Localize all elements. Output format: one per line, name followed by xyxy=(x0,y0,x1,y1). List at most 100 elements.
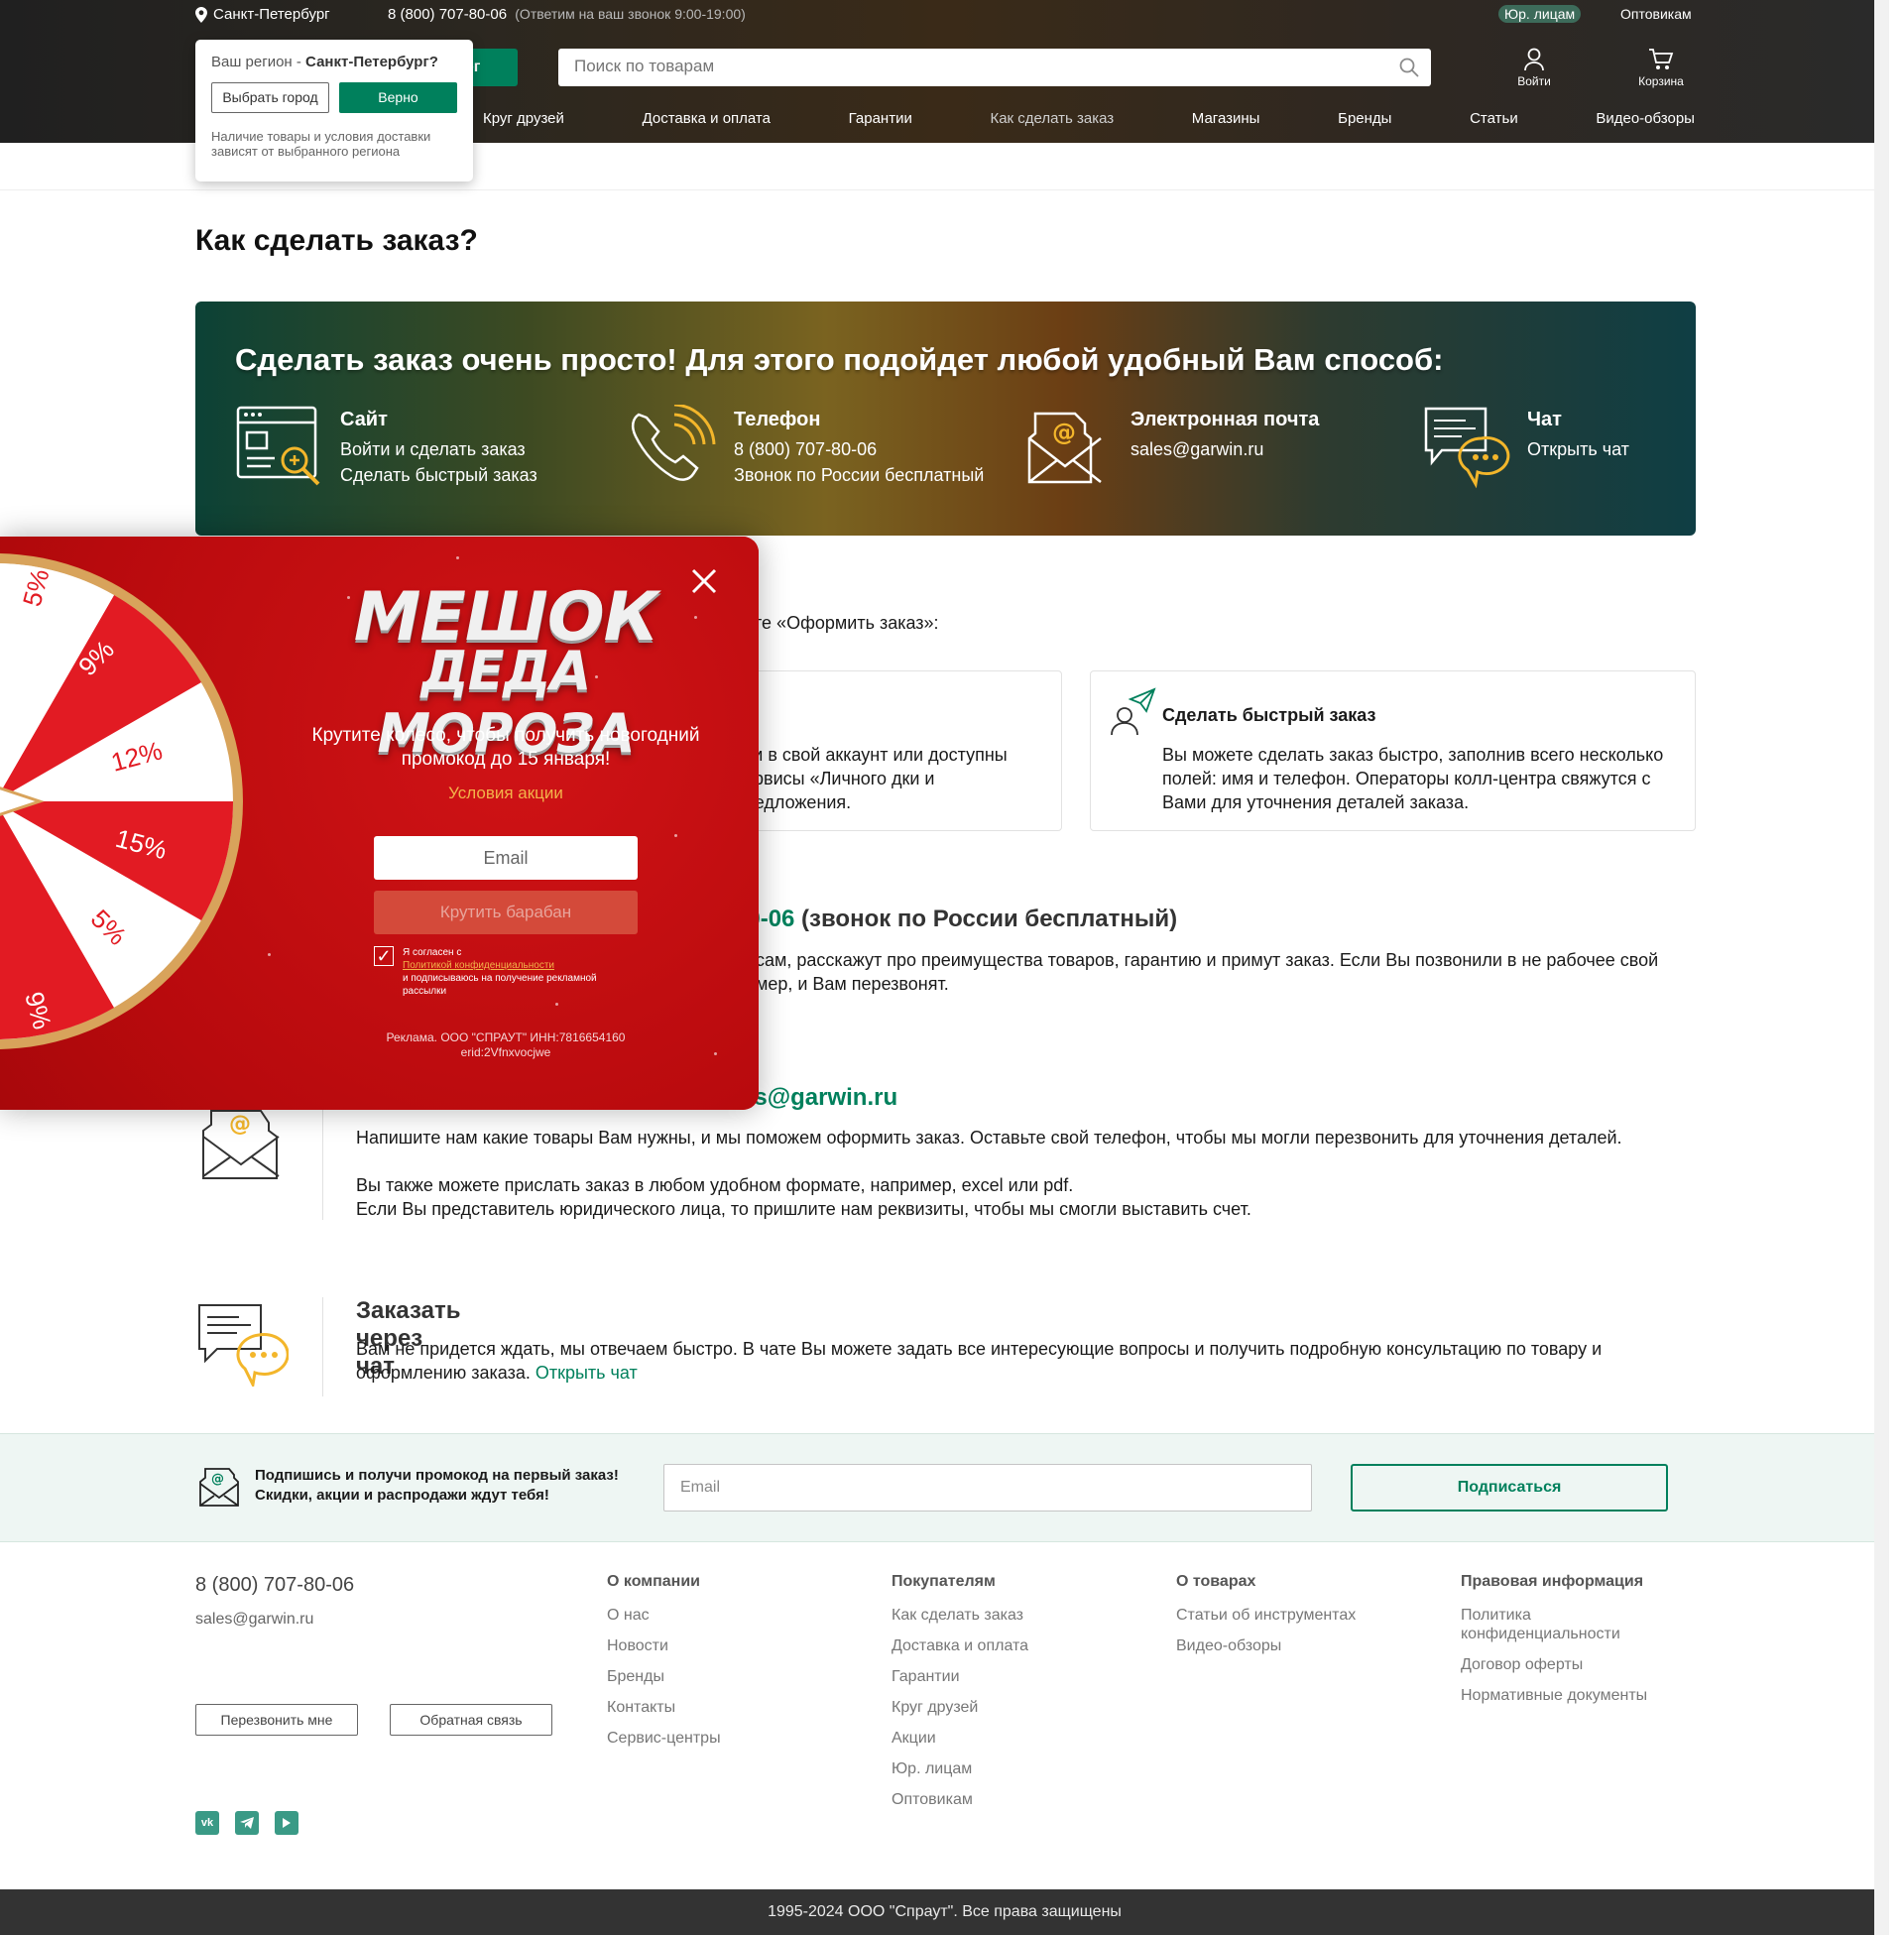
nav-videos[interactable]: Видео-обзоры xyxy=(1596,110,1695,127)
vk-icon[interactable]: vk xyxy=(195,1811,219,1835)
svg-text:@: @ xyxy=(229,1112,251,1137)
cart-label: Корзина xyxy=(1638,74,1684,88)
snowflake xyxy=(674,834,677,837)
snowflake xyxy=(555,1003,558,1006)
method-email-address[interactable]: sales@garwin.ru xyxy=(1130,436,1319,462)
footer-link[interactable]: Политика конфиденциальности xyxy=(1461,1606,1639,1643)
footer-link[interactable]: Как сделать заказ xyxy=(892,1606,1028,1625)
promo-ad-line-2: erid:2Vfnxvocjwe xyxy=(460,1045,551,1059)
promo-email-input[interactable]: Email xyxy=(374,836,638,880)
youtube-icon[interactable] xyxy=(275,1811,298,1835)
method-site-login-link[interactable]: Войти и сделать заказ xyxy=(340,436,537,462)
spin-button[interactable]: Крутить барабан xyxy=(374,891,638,934)
cart-button[interactable]: Корзина xyxy=(1631,48,1691,88)
method-chat-title: Чат xyxy=(1527,409,1562,430)
search-icon[interactable] xyxy=(1399,58,1419,77)
region-popup: Ваш регион - Санкт-Петербург? Выбрать го… xyxy=(195,40,473,181)
choose-city-button[interactable]: Выбрать город xyxy=(211,82,329,113)
footer-link[interactable]: Видео-обзоры xyxy=(1176,1636,1356,1655)
quick-order-title: Сделать быстрый заказ xyxy=(1162,705,1376,725)
footer-col-title: О товарах xyxy=(1176,1573,1256,1590)
subscribe-email-input[interactable]: Email xyxy=(663,1464,1312,1512)
nav-warranty[interactable]: Гарантии xyxy=(849,110,912,127)
footer-col-products: О товарах Статьи об инструментах Видео-о… xyxy=(1176,1573,1356,1667)
method-chat-link[interactable]: Открыть чат xyxy=(1527,436,1629,462)
subscribe-button[interactable]: Подписаться xyxy=(1351,1464,1668,1512)
nav-brands[interactable]: Бренды xyxy=(1338,110,1391,127)
email-section-text-2: Вы также можете прислать заказ в любом у… xyxy=(356,1175,1074,1195)
footer-link[interactable]: Контакты xyxy=(607,1698,721,1717)
footer-contacts: 8 (800) 707-80-06 sales@garwin.ru xyxy=(195,1574,354,1629)
chat-bubbles-icon xyxy=(198,1304,289,1387)
location-pin-icon xyxy=(195,6,207,23)
header-phone-number[interactable]: 8 (800) 707-80-06 xyxy=(388,6,507,23)
login-button[interactable]: Войти xyxy=(1504,48,1564,88)
login-label: Войти xyxy=(1517,74,1551,88)
open-chat-link[interactable]: Открыть чат xyxy=(536,1363,638,1383)
region-question: Ваш регион - Санкт-Петербург? xyxy=(211,54,457,70)
footer-link[interactable]: Сервис-центры xyxy=(607,1729,721,1748)
nav-articles[interactable]: Статьи xyxy=(1470,110,1518,127)
prize-wheel[interactable]: 5% 9% 12% 15% 5% 9% xyxy=(0,548,248,1054)
snowflake xyxy=(714,1052,717,1055)
login-order-text: йти в свой аккаунт или доступны сервисы … xyxy=(735,745,1008,812)
method-phone-number[interactable]: 8 (800) 707-80-06 xyxy=(734,436,984,462)
region-question-prefix: Ваш регион - xyxy=(211,54,306,70)
nav-friends[interactable]: Круг друзей xyxy=(483,110,564,127)
footer-link[interactable]: Бренды xyxy=(607,1667,721,1686)
nav-how-to-order[interactable]: Как сделать заказ xyxy=(990,110,1114,127)
footer-link[interactable]: Юр. лицам xyxy=(892,1759,1028,1778)
footer-link[interactable]: Договор оферты xyxy=(1461,1655,1679,1674)
quick-order-card[interactable]: Сделать быстрый заказ Вы можете сделать … xyxy=(1090,670,1696,831)
header-phone[interactable]: 8 (800) 707-80-06 (Ответим на ваш звонок… xyxy=(388,6,746,23)
agree-suffix: и подписываюсь на получение рекламной ра… xyxy=(403,973,597,997)
cart-icon xyxy=(1649,49,1674,69)
method-phone-title: Телефон xyxy=(734,409,821,430)
agree-text: Я согласен с Политикой конфиденциальност… xyxy=(403,946,641,998)
search-input[interactable] xyxy=(558,49,1352,84)
header-phone-note: (Ответим на ваш звонок 9:00-19:00) xyxy=(515,6,746,22)
feedback-button[interactable]: Обратная связь xyxy=(390,1704,552,1736)
footer-link[interactable]: Акции xyxy=(892,1729,1028,1748)
snowflake xyxy=(268,953,271,956)
footer-link[interactable]: Статьи об инструментах xyxy=(1176,1606,1356,1625)
agree-prefix: Я согласен с xyxy=(403,947,462,958)
agree-checkbox[interactable]: ✓ xyxy=(374,946,394,966)
method-site-quick-link[interactable]: Сделать быстрый заказ xyxy=(340,462,537,488)
telegram-icon[interactable] xyxy=(235,1811,259,1835)
chat-bubbles-icon xyxy=(1424,407,1510,489)
top-bar: Санкт-Петербург 8 (800) 707-80-06 (Ответ… xyxy=(195,5,1694,26)
user-send-icon xyxy=(1111,687,1156,736)
footer-link[interactable]: О нас xyxy=(607,1606,721,1625)
footer-email[interactable]: sales@garwin.ru xyxy=(195,1611,354,1629)
method-email: @ Электронная почта sales@garwin.ru xyxy=(1025,405,1319,490)
legal-entities-link[interactable]: Юр. лицам xyxy=(1498,5,1582,23)
section-divider xyxy=(322,1297,323,1396)
phone-section-text: росам, расскажут про преимущества товаро… xyxy=(736,950,1659,994)
privacy-policy-link[interactable]: Политикой конфиденциальности xyxy=(403,959,641,972)
footer-link[interactable]: Новости xyxy=(607,1636,721,1655)
nav-delivery[interactable]: Доставка и оплата xyxy=(643,110,771,127)
phone-ringing-icon xyxy=(631,405,716,481)
footer-link[interactable]: Нормативные документы xyxy=(1461,1686,1679,1705)
footer-link[interactable]: Гарантии xyxy=(892,1667,1028,1686)
footer-link[interactable]: Доставка и оплата xyxy=(892,1636,1028,1655)
confirm-region-button[interactable]: Верно xyxy=(339,82,457,113)
phone-section-heading: 80-06 (звонок по России бесплатный) xyxy=(734,906,1177,933)
callback-button[interactable]: Перезвонить мне xyxy=(195,1704,358,1736)
subscribe-line-1: Подпишись и получи промокод на первый за… xyxy=(255,1467,619,1484)
city-selector[interactable]: Санкт-Петербург xyxy=(195,6,330,23)
footer-link[interactable]: Круг друзей xyxy=(892,1698,1028,1717)
footer-phone[interactable]: 8 (800) 707-80-06 xyxy=(195,1574,354,1597)
email-section-address[interactable]: es@garwin.ru xyxy=(741,1084,897,1111)
copyright-bar: 1995-2024 ООО "Спраут". Все права защище… xyxy=(0,1889,1889,1935)
footer-link[interactable]: Оптовикам xyxy=(892,1790,1028,1809)
method-phone-note: Звонок по России бесплатный xyxy=(734,465,985,485)
scrollbar[interactable] xyxy=(1874,0,1889,1935)
close-icon[interactable] xyxy=(687,564,721,598)
nav-stores[interactable]: Магазины xyxy=(1192,110,1260,127)
promo-terms-link[interactable]: Условия акции xyxy=(302,784,709,803)
wholesale-link[interactable]: Оптовикам xyxy=(1620,6,1692,22)
method-site: Сайт Войти и сделать заказ Сделать быстр… xyxy=(235,405,537,490)
user-icon xyxy=(1524,48,1544,71)
